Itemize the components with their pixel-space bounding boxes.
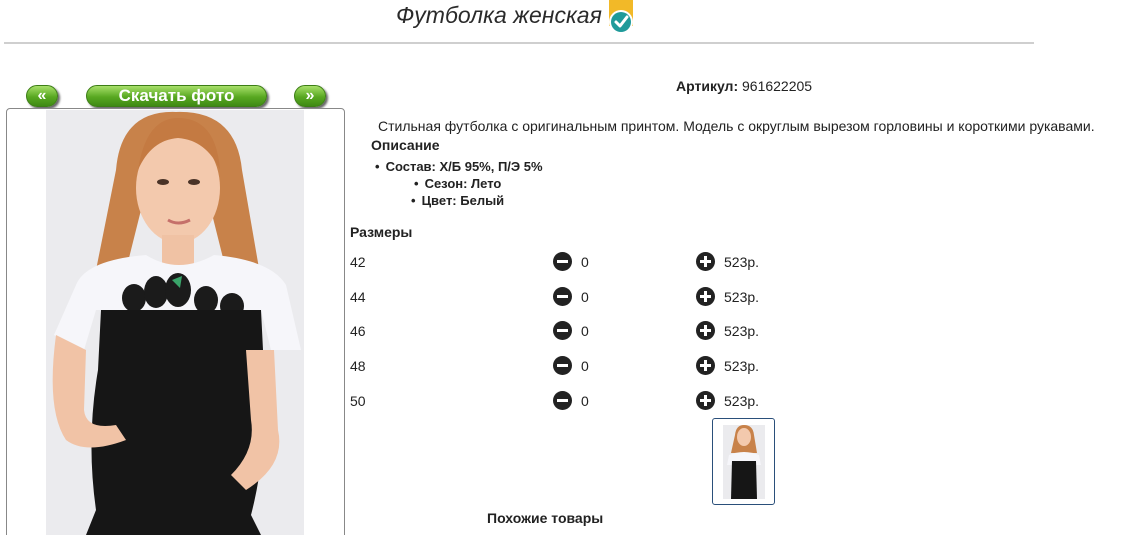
size-row: 50 0 523р. [0, 391, 1126, 413]
decrease-qty-icon[interactable] [553, 356, 572, 375]
qty-value: 0 [581, 393, 589, 409]
qty-value: 0 [581, 254, 589, 270]
similar-products-heading: Похожие товары [487, 510, 604, 526]
sku-label: Артикул: [676, 78, 739, 94]
increase-qty-icon[interactable] [696, 391, 715, 410]
sku: Артикул: 961622205 [676, 78, 812, 94]
increase-qty-icon[interactable] [696, 356, 715, 375]
size-row: 46 0 523р. [0, 321, 1126, 343]
attribute-color: Цвет: Белый [411, 193, 505, 208]
size-row: 44 0 523р. [0, 287, 1126, 309]
product-description: Стильная футболка с оригинальным принтом… [378, 118, 1095, 134]
attribute-composition: Состав: Х/Б 95%, П/Э 5% [375, 159, 543, 174]
size-label: 48 [350, 358, 366, 374]
verified-check-icon [609, 0, 633, 34]
title-divider [4, 42, 1034, 44]
product-title: Футболка женская [396, 2, 602, 28]
attribute-season: Сезон: Лето [414, 176, 502, 191]
increase-qty-icon[interactable] [696, 287, 715, 306]
increase-qty-icon[interactable] [696, 321, 715, 340]
price: 523р. [724, 393, 760, 409]
decrease-qty-icon[interactable] [553, 287, 572, 306]
increase-qty-icon[interactable] [696, 252, 715, 271]
qty-value: 0 [581, 358, 589, 374]
size-row: 48 0 523р. [0, 356, 1126, 378]
qty-value: 0 [581, 323, 589, 339]
qty-value: 0 [581, 289, 589, 305]
photo-thumbnail[interactable] [712, 418, 775, 505]
decrease-qty-icon[interactable] [553, 391, 572, 410]
description-heading: Описание [371, 137, 440, 153]
size-label: 42 [350, 254, 366, 270]
decrease-qty-icon[interactable] [553, 252, 572, 271]
download-photo-button[interactable]: Скачать фото [86, 85, 267, 107]
sizes-heading: Размеры [350, 224, 413, 240]
size-label: 44 [350, 289, 366, 305]
decrease-qty-icon[interactable] [553, 321, 572, 340]
size-row: 42 0 523р. [0, 252, 1126, 274]
price: 523р. [724, 358, 760, 374]
sku-value: 961622205 [742, 78, 813, 94]
next-photo-button[interactable]: » [294, 85, 326, 107]
price: 523р. [724, 289, 760, 305]
prev-photo-button[interactable]: « [26, 85, 58, 107]
size-label: 50 [350, 393, 366, 409]
price: 523р. [724, 323, 760, 339]
price: 523р. [724, 254, 760, 270]
size-label: 46 [350, 323, 366, 339]
